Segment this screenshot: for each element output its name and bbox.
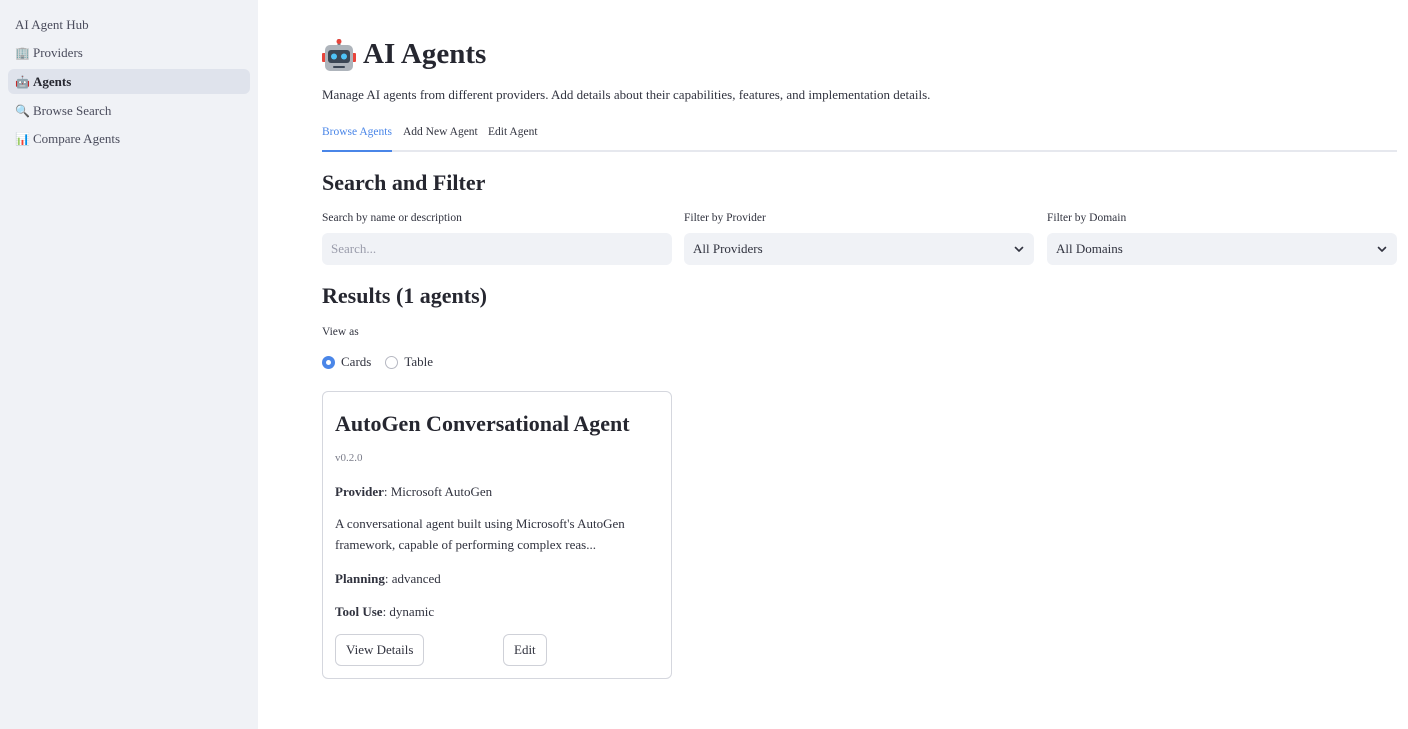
sidebar-item-providers[interactable]: 🏢 Providers bbox=[8, 41, 250, 66]
sidebar: AI Agent Hub 🏢 Providers 🤖 Agents 🔍 Brow… bbox=[0, 0, 258, 729]
search-input[interactable] bbox=[322, 233, 672, 265]
page-title-text: AI Agents bbox=[363, 38, 487, 70]
sidebar-item-label: Compare Agents bbox=[33, 131, 121, 147]
provider-select[interactable]: All Providers bbox=[684, 233, 1034, 265]
sidebar-item-label: Browse Search bbox=[33, 102, 112, 118]
tab-add-new-agent[interactable]: Add New Agent bbox=[403, 126, 478, 152]
provider-filter-label: Filter by Provider bbox=[684, 212, 766, 224]
tab-bar: Browse Agents Add New Agent Edit Agent bbox=[322, 124, 1397, 152]
radio-unselected-icon[interactable] bbox=[385, 355, 399, 369]
view-table-option[interactable]: Table bbox=[385, 354, 433, 370]
agent-planning: Planning: advanced bbox=[335, 571, 441, 587]
search-filter-heading: Search and Filter bbox=[322, 170, 486, 195]
agent-version: v0.2.0 bbox=[335, 452, 363, 464]
sidebar-item-agents[interactable]: 🤖 Agents bbox=[8, 69, 250, 95]
tab-edit-agent[interactable]: Edit Agent bbox=[488, 126, 538, 152]
agent-card: AutoGen Conversational Agent v0.2.0 Prov… bbox=[322, 391, 672, 679]
bar-chart-icon: 📊 bbox=[15, 132, 30, 147]
sidebar-item-ai-agent-hub[interactable]: AI Agent Hub bbox=[8, 12, 250, 37]
view-as-label: View as bbox=[322, 326, 359, 338]
view-cards-option[interactable]: Cards bbox=[322, 354, 371, 370]
view-cards-label: Cards bbox=[341, 354, 372, 369]
agent-planning-value: : advanced bbox=[384, 571, 441, 586]
page-subtitle: Manage AI agents from different provider… bbox=[322, 87, 931, 102]
view-table-label: Table bbox=[404, 354, 434, 369]
domain-select-value: All Domains bbox=[1056, 241, 1123, 256]
search-label: Search by name or description bbox=[322, 212, 462, 224]
robot-icon bbox=[322, 38, 356, 71]
agent-tool-use-key: Tool Use bbox=[335, 604, 383, 619]
magnifier-icon: 🔍 bbox=[15, 103, 30, 118]
sidebar-item-browse-search[interactable]: 🔍 Browse Search bbox=[8, 98, 250, 123]
domain-select[interactable]: All Domains bbox=[1047, 233, 1397, 265]
view-mode-radio-group: Cards Table bbox=[322, 354, 447, 370]
page-title: AI Agents bbox=[322, 38, 486, 71]
edit-button[interactable]: Edit bbox=[503, 634, 547, 666]
tab-browse-agents[interactable]: Browse Agents bbox=[322, 126, 392, 152]
agent-provider: Provider: Microsoft AutoGen bbox=[335, 484, 492, 500]
agent-tool-use-value: : dynamic bbox=[382, 604, 435, 619]
sidebar-item-label: Agents bbox=[33, 73, 72, 89]
agent-provider-key: Provider bbox=[335, 484, 384, 499]
agent-tool-use: Tool Use: dynamic bbox=[335, 604, 434, 620]
agent-provider-value: : Microsoft AutoGen bbox=[383, 484, 493, 499]
agent-planning-key: Planning bbox=[335, 571, 385, 586]
view-details-button[interactable]: View Details bbox=[335, 634, 425, 666]
chevron-down-icon bbox=[1014, 246, 1024, 252]
agent-description: A conversational agent built using Micro… bbox=[335, 516, 625, 552]
sidebar-item-label: AI Agent Hub bbox=[15, 16, 89, 32]
domain-filter-label: Filter by Domain bbox=[1047, 212, 1127, 224]
robot-icon: 🤖 bbox=[15, 74, 30, 89]
sidebar-item-label: Providers bbox=[33, 45, 83, 61]
agent-name: AutoGen Conversational Agent bbox=[335, 411, 630, 436]
provider-select-value: All Providers bbox=[693, 241, 763, 256]
results-heading: Results (1 agents) bbox=[322, 283, 487, 308]
building-icon: 🏢 bbox=[15, 46, 30, 61]
sidebar-item-compare-agents[interactable]: 📊 Compare Agents bbox=[8, 127, 250, 152]
chevron-down-icon bbox=[1377, 246, 1387, 252]
radio-selected-icon[interactable] bbox=[322, 355, 335, 369]
